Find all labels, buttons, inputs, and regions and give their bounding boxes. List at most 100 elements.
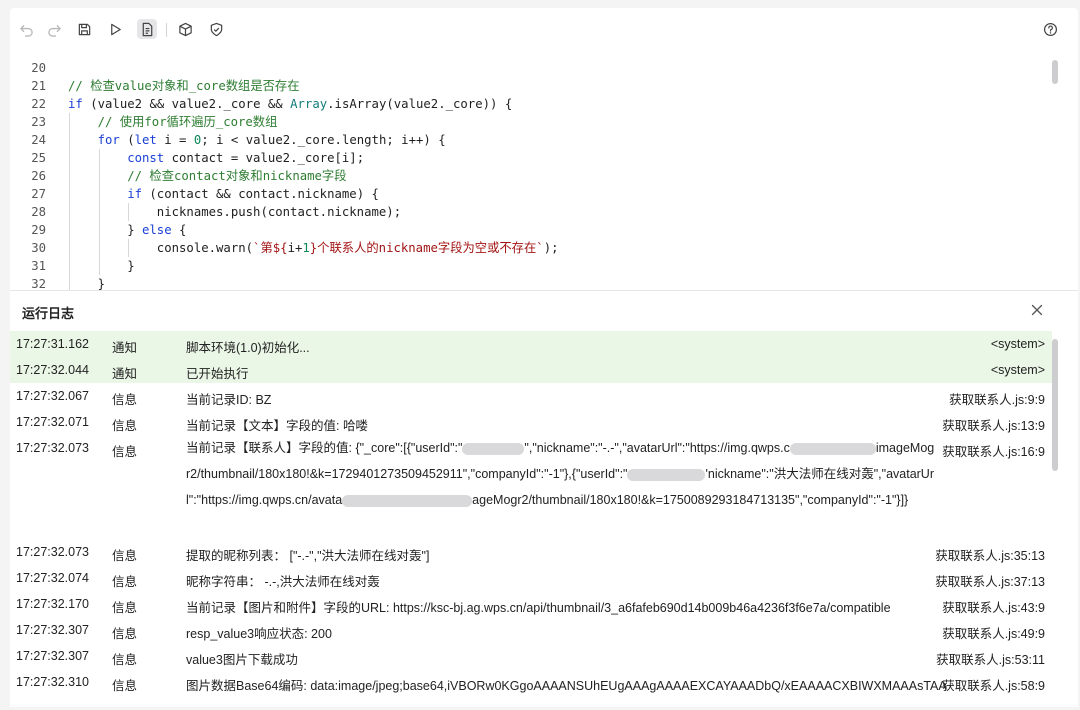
line-number: 32 <box>31 277 46 290</box>
log-scrollbar[interactable] <box>1052 339 1058 471</box>
log-source[interactable]: 获取联系人.js:16:9 <box>942 441 1045 460</box>
code-token: i+ <box>287 241 303 255</box>
line-number: 27 <box>31 187 46 201</box>
code-token: } <box>127 223 142 237</box>
code-token: `第${ <box>253 241 288 255</box>
code-line: 30 console.warn(`第${i+1}个联系人的nickname字段为空… <box>10 239 1050 257</box>
log-time: 17:27:32.310 <box>16 675 89 689</box>
line-number: 20 <box>31 61 46 75</box>
code-token: }个联系人的nickname字段为空或不存在` <box>309 241 544 255</box>
log-row: 17:27:32.170 信息 当前记录【图片和附件】字段的URL: https:/… <box>10 591 1052 617</box>
run-button[interactable] <box>105 19 125 39</box>
save-button[interactable] <box>74 19 94 39</box>
log-source[interactable]: <system> <box>991 363 1045 377</box>
log-source[interactable]: 获取联系人.js:35:13 <box>935 545 1045 564</box>
indent-guide <box>128 203 130 221</box>
indent-guide <box>98 203 100 221</box>
code-token: .isArray(value2._core)) { <box>327 97 513 111</box>
log-row: 17:27:32.067 信息 当前记录ID: BZ 获取联系人.js:9:9 <box>10 383 1052 409</box>
line-number: 22 <box>31 97 46 111</box>
indent-guide <box>69 275 70 290</box>
log-message: resp_value3响应状态: 200 <box>186 627 332 641</box>
save-icon <box>78 23 90 35</box>
log-source[interactable]: 获取联系人.js:37:13 <box>935 571 1045 590</box>
log-row: 17:27:32.307 信息 resp_value3响应状态: 200 获取联系人.… <box>10 617 1052 643</box>
code-line: 20 <box>10 59 1050 77</box>
permission-button[interactable] <box>206 19 226 39</box>
code-token: contact = value2._core[i]; <box>164 151 365 165</box>
log-time: 17:27:32.074 <box>16 571 89 585</box>
log-source[interactable]: <system> <box>991 337 1045 351</box>
code-line: 21 // 检查value对象和_core数组是否存在 <box>10 77 1050 95</box>
code-token: Array <box>290 97 328 111</box>
code-line: 29} else { <box>10 221 1050 239</box>
code-token: if <box>68 97 83 111</box>
log-time: 17:27:32.073 <box>16 545 89 559</box>
indent-guide <box>69 221 70 239</box>
code-token: if <box>127 187 142 201</box>
indent-guide <box>69 131 70 149</box>
log-time: 17:27:32.170 <box>16 597 89 611</box>
help-button[interactable] <box>1040 19 1060 39</box>
log-time: 17:27:32.307 <box>16 623 89 637</box>
code-token: } <box>97 277 105 290</box>
code-token: ( <box>119 133 135 147</box>
log-level: 信息 <box>112 419 138 433</box>
undo-icon <box>19 24 33 37</box>
line-number: 28 <box>31 205 46 219</box>
log-time: 17:27:32.071 <box>16 415 89 429</box>
undo-button[interactable] <box>16 19 36 39</box>
log-time: 17:27:32.307 <box>16 649 89 663</box>
log-message: value3图片下载成功 <box>186 653 298 667</box>
document-icon <box>142 22 152 36</box>
code-token: ); <box>543 241 559 255</box>
log-source[interactable]: 获取联系人.js:13:9 <box>942 415 1045 434</box>
log-row: 17:27:32.073 信息 提取的昵称列表： ["-.-","洪大法师在线对轰"… <box>10 539 1052 565</box>
log-row: 17:27:32.073 信息 当前记录【联系人】字段的值: {"_core":[{… <box>10 435 1052 539</box>
editor-scrollbar[interactable] <box>1052 60 1058 84</box>
package-button[interactable] <box>175 19 195 39</box>
code-editor[interactable]: 20 21 // 检查value对象和_core数组是否存在 22 if (value2… <box>10 52 1066 290</box>
code-token: (value2 && value2._core && <box>82 97 291 111</box>
line-number: 31 <box>31 259 46 273</box>
log-source[interactable]: 获取联系人.js:43:9 <box>942 597 1045 616</box>
indent-guide <box>69 203 70 221</box>
log-row: 17:27:32.310 信息 图片数据Base64编码: data:image/j… <box>10 669 1052 695</box>
code-line: 28 nicknames.push(contact.nickname); <box>10 203 1050 221</box>
log-source[interactable]: 获取联系人.js:9:9 <box>949 389 1045 408</box>
redo-icon <box>47 24 61 37</box>
code-text: } <box>127 257 134 275</box>
log-level: 通知 <box>112 367 138 381</box>
code-text: if (contact && contact.nickname) { <box>127 185 379 203</box>
log-row: 17:27:32.044 通知 已开始执行 <system> <box>10 357 1052 383</box>
code-token: { <box>171 223 187 237</box>
log-message: 当前记录ID: BZ <box>186 393 272 407</box>
indent-guide <box>98 167 100 185</box>
code-token: (contact && contact.nickname) { <box>142 187 379 201</box>
log-panel-toggle-button[interactable] <box>137 19 157 39</box>
log-message: 提取的昵称列表： ["-.-","洪大法师在线对轰"] <box>186 549 430 563</box>
log-close-button[interactable] <box>1028 301 1046 319</box>
code-line: 26 // 检查contact对象和nickname字段 <box>10 167 1050 185</box>
indent-guide <box>69 167 70 185</box>
log-source[interactable]: 获取联系人.js:58:9 <box>942 675 1045 694</box>
code-text: const contact = value2._core[i]; <box>127 149 364 167</box>
log-message-part: 当前记录【联系人】字段的值: {"_core":[{"userId":" <box>186 441 463 455</box>
code-text: nicknames.push(contact.nickname); <box>157 203 401 221</box>
line-number: 30 <box>31 241 46 255</box>
log-level: 信息 <box>112 601 138 615</box>
indent-guide <box>69 113 70 131</box>
code-text: // 检查contact对象和nickname字段 <box>127 167 346 185</box>
log-row: 17:27:32.071 信息 当前记录【文本】字段的值: 哈喽 获取联系人.js:1… <box>10 409 1052 435</box>
log-message: 当前记录【文本】字段的值: 哈喽 <box>186 419 368 433</box>
shield-check-icon <box>210 22 222 36</box>
log-level: 信息 <box>112 575 138 589</box>
log-source[interactable]: 获取联系人.js:49:9 <box>942 623 1045 642</box>
indent-guide <box>128 239 130 257</box>
log-level: 信息 <box>112 653 138 667</box>
log-level: 信息 <box>112 445 138 459</box>
redacted-blur <box>627 468 706 481</box>
log-source[interactable]: 获取联系人.js:53:11 <box>936 649 1045 668</box>
redo-button[interactable] <box>44 19 64 39</box>
code-text: } else { <box>127 221 186 239</box>
